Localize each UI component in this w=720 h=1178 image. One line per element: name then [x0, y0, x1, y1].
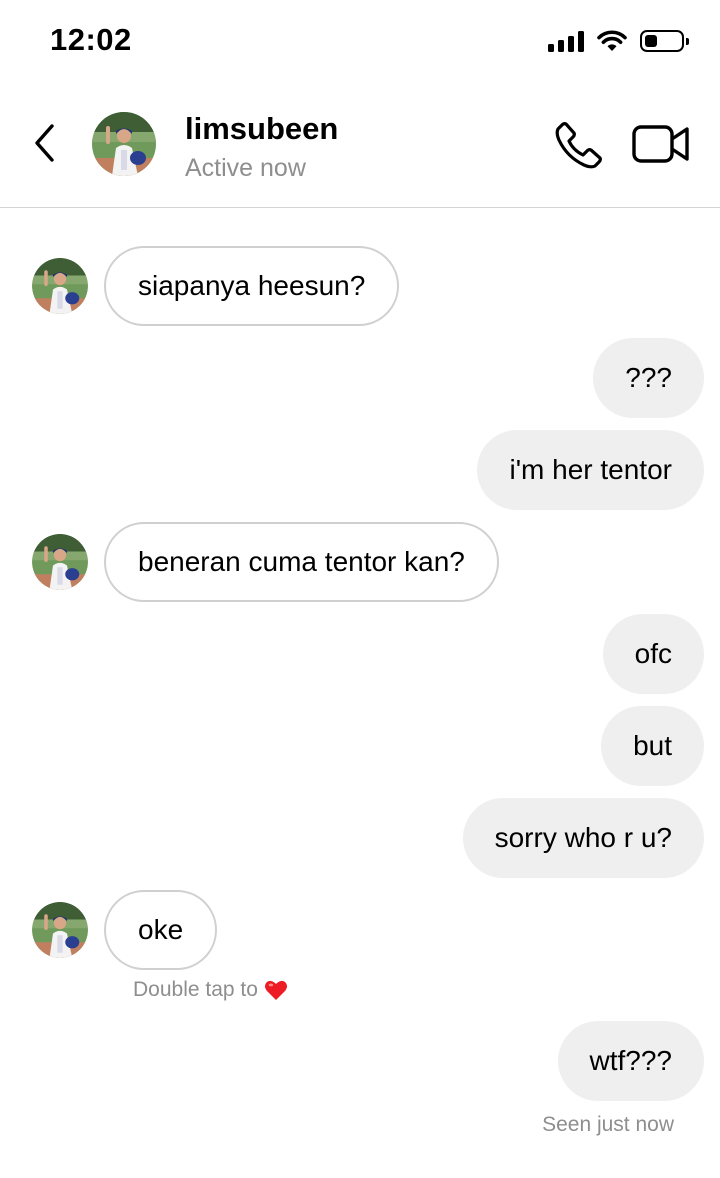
status-time: 12:02 [50, 22, 132, 57]
seen-indicator: Seen just now [542, 1113, 674, 1136]
wifi-icon [597, 30, 627, 51]
received-message-bubble[interactable]: beneran cuma tentor kan? [104, 522, 499, 602]
battery-icon [640, 30, 689, 52]
chevron-left-icon [35, 124, 54, 162]
message-row: oke [0, 890, 720, 970]
status-icons [548, 26, 689, 56]
double-tap-hint: Double tap to [133, 978, 288, 1002]
contact-name[interactable]: limsubeen [185, 111, 338, 147]
active-status: Active now [185, 154, 306, 182]
cellular-signal-icon [548, 30, 584, 52]
video-camera-icon [632, 125, 689, 163]
chat-header: limsubeen Active now [0, 84, 720, 208]
message-row: i'm her tentor [0, 430, 720, 510]
sent-message-bubble[interactable]: wtf??? [557, 1021, 704, 1101]
received-message-bubble[interactable]: oke [104, 890, 218, 970]
sent-message-bubble[interactable]: i'm her tentor [477, 430, 704, 510]
phone-icon [555, 122, 602, 169]
sent-message-bubble[interactable]: ??? [593, 338, 704, 418]
avatar[interactable] [92, 112, 156, 176]
call-button[interactable] [554, 120, 604, 170]
sent-message-bubble[interactable]: sorry who r u? [462, 798, 704, 878]
received-message-bubble[interactable]: siapanya heesun? [104, 246, 400, 326]
status-bar: 12:02 [0, 0, 720, 84]
back-button[interactable] [24, 120, 64, 166]
message-row: ??? [0, 338, 720, 418]
avatar[interactable] [32, 902, 88, 958]
sent-message-bubble[interactable]: but [601, 706, 704, 786]
message-row: sorry who r u? [0, 798, 720, 878]
avatar[interactable] [32, 258, 88, 314]
message-row: ofc [0, 614, 720, 694]
video-call-button[interactable] [632, 124, 690, 164]
double-tap-label: Double tap to [133, 978, 258, 1001]
avatar[interactable] [32, 534, 88, 590]
message-row: but [0, 706, 720, 786]
heart-icon [264, 980, 287, 1000]
message-row: siapanya heesun? [0, 246, 720, 326]
sent-message-bubble[interactable]: ofc [602, 614, 704, 694]
message-row: beneran cuma tentor kan? [0, 522, 720, 602]
message-row: wtf??? [0, 1021, 720, 1101]
